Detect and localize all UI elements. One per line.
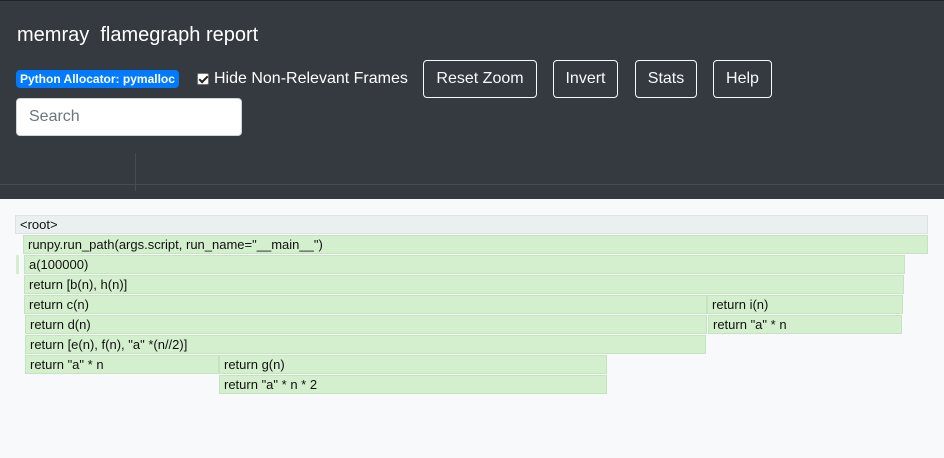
allocator-badge: Python Allocator: pymalloc (16, 70, 179, 88)
flame-frame[interactable]: return "a" * n (25, 355, 219, 374)
flame-frame[interactable]: return [b(n), h(n)] (24, 275, 904, 294)
help-button[interactable]: Help (713, 60, 772, 98)
stats-button[interactable]: Stats (635, 60, 697, 98)
flame-frame[interactable]: return "a" * n * 2 (219, 375, 607, 394)
reset-zoom-button[interactable]: Reset Zoom (423, 60, 537, 98)
hide-frames-toggle[interactable]: Hide Non-Relevant Frames (197, 69, 408, 89)
flame-frame-root[interactable]: <root> (15, 215, 928, 234)
flame-frame[interactable]: a(100000) (24, 255, 905, 274)
invert-button[interactable]: Invert (553, 60, 618, 98)
flame-frame[interactable]: return g(n) (219, 355, 607, 374)
hide-frames-checkbox[interactable] (197, 73, 209, 85)
flame-frame[interactable]: return [e(n), f(n), "a" *(n//2)] (25, 335, 706, 354)
flame-frame[interactable]: return "a" * n (708, 315, 902, 334)
flame-frame[interactable]: return d(n) (25, 315, 707, 334)
flame-frame[interactable]: runpy.run_path(args.script, run_name="__… (23, 235, 928, 254)
divider (135, 153, 136, 191)
flame-frame[interactable]: return c(n) (24, 295, 707, 314)
flame-frame-sliver (16, 255, 19, 274)
page-title: memray flamegraph report (17, 24, 259, 46)
divider (0, 184, 944, 185)
flame-frame[interactable]: return i(n) (707, 295, 903, 314)
hide-frames-label: Hide Non-Relevant Frames (214, 70, 408, 87)
search-input[interactable]: Search (16, 98, 242, 136)
navbar: memray flamegraph report Python Allocato… (0, 0, 944, 199)
